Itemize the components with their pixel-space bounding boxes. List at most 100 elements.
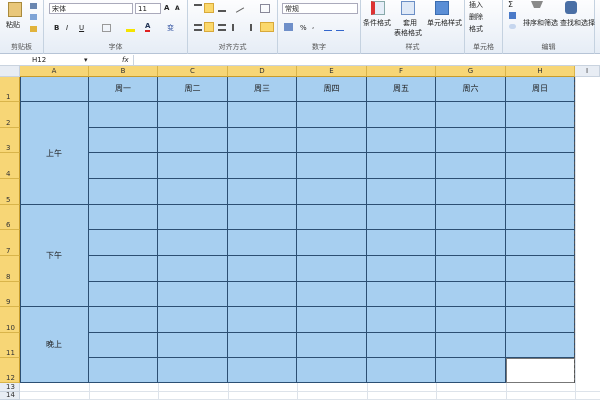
italic-button[interactable]: I bbox=[66, 24, 68, 32]
schedule-cell[interactable] bbox=[506, 205, 575, 230]
schedule-cell[interactable] bbox=[158, 179, 228, 205]
schedule-cell[interactable] bbox=[228, 358, 297, 383]
schedule-cell[interactable] bbox=[228, 333, 297, 358]
wrap-text-icon[interactable] bbox=[260, 4, 270, 13]
row-header-11[interactable]: 11 bbox=[0, 333, 20, 358]
schedule-cell[interactable] bbox=[228, 153, 297, 179]
name-box-dropdown-icon[interactable]: ▾ bbox=[84, 56, 88, 64]
column-header-F[interactable]: F bbox=[367, 66, 436, 77]
schedule-cell[interactable] bbox=[89, 205, 158, 230]
day-header-cell[interactable]: 周四 bbox=[297, 77, 367, 102]
schedule-cell[interactable] bbox=[228, 282, 297, 307]
row-header-2[interactable]: 2 bbox=[0, 102, 20, 128]
column-header-B[interactable]: B bbox=[89, 66, 158, 77]
schedule-cell[interactable] bbox=[506, 256, 575, 282]
row-header-6[interactable]: 6 bbox=[0, 205, 20, 230]
schedule-cell[interactable] bbox=[297, 307, 367, 333]
schedule-cell[interactable] bbox=[367, 128, 436, 153]
schedule-cell[interactable] bbox=[506, 153, 575, 179]
schedule-cell[interactable] bbox=[228, 205, 297, 230]
find-select-button[interactable]: 查找和选择 bbox=[560, 18, 595, 28]
schedule-cell[interactable] bbox=[89, 102, 158, 128]
align-bottom-icon[interactable] bbox=[218, 8, 226, 12]
schedule-cell[interactable] bbox=[297, 282, 367, 307]
insert-button[interactable]: 插入 bbox=[469, 0, 483, 10]
schedule-cell[interactable] bbox=[436, 128, 506, 153]
schedule-cell[interactable] bbox=[436, 307, 506, 333]
conditional-format-icon[interactable] bbox=[371, 1, 385, 15]
row-header-7[interactable]: 7 bbox=[0, 230, 20, 256]
fill-color-icon[interactable] bbox=[126, 23, 135, 32]
schedule-cell[interactable] bbox=[297, 102, 367, 128]
schedule-cell[interactable] bbox=[89, 333, 158, 358]
find-select-icon[interactable] bbox=[565, 1, 577, 14]
schedule-cell[interactable] bbox=[228, 256, 297, 282]
active-cell-h12[interactable] bbox=[506, 358, 575, 383]
schedule-cell[interactable] bbox=[367, 256, 436, 282]
row-header-1[interactable]: 1 bbox=[0, 77, 20, 102]
insert-function-button[interactable]: fx bbox=[122, 56, 129, 64]
schedule-cell[interactable] bbox=[297, 128, 367, 153]
name-box[interactable]: H12 bbox=[2, 55, 90, 66]
schedule-cell[interactable] bbox=[436, 102, 506, 128]
schedule-cell[interactable] bbox=[158, 307, 228, 333]
column-header-I[interactable]: I bbox=[575, 66, 600, 77]
schedule-cell[interactable] bbox=[367, 307, 436, 333]
schedule-cell[interactable] bbox=[436, 333, 506, 358]
grow-font-button[interactable]: A bbox=[164, 4, 169, 12]
schedule-cell[interactable] bbox=[506, 307, 575, 333]
schedule-cell[interactable] bbox=[89, 307, 158, 333]
increase-decimal-icon[interactable] bbox=[324, 24, 332, 31]
schedule-cell[interactable] bbox=[436, 205, 506, 230]
schedule-cell[interactable] bbox=[297, 230, 367, 256]
column-header-H[interactable]: H bbox=[506, 66, 575, 77]
column-header-C[interactable]: C bbox=[158, 66, 228, 77]
comma-button[interactable]: , bbox=[312, 22, 314, 30]
row-header-5[interactable]: 5 bbox=[0, 179, 20, 205]
schedule-cell[interactable] bbox=[367, 230, 436, 256]
column-header-G[interactable]: G bbox=[436, 66, 506, 77]
align-middle-icon[interactable] bbox=[204, 3, 214, 13]
row-header-12[interactable]: 12 bbox=[0, 358, 20, 383]
schedule-cell[interactable] bbox=[367, 282, 436, 307]
sort-filter-button[interactable]: 排序和筛选 bbox=[523, 18, 558, 28]
cell-styles-icon[interactable] bbox=[435, 1, 449, 15]
decrease-indent-icon[interactable] bbox=[232, 24, 240, 31]
phonetic-button[interactable]: 变 bbox=[167, 23, 174, 33]
increase-indent-icon[interactable] bbox=[244, 24, 252, 31]
underline-button[interactable]: U bbox=[79, 24, 84, 32]
schedule-cell[interactable] bbox=[367, 333, 436, 358]
schedule-cell[interactable] bbox=[506, 333, 575, 358]
schedule-cell[interactable] bbox=[506, 230, 575, 256]
schedule-cell[interactable] bbox=[228, 230, 297, 256]
shrink-font-button[interactable]: A bbox=[175, 5, 180, 12]
schedule-cell[interactable] bbox=[506, 128, 575, 153]
bold-button[interactable]: B bbox=[54, 24, 59, 32]
border-icon[interactable] bbox=[102, 24, 111, 32]
day-header-cell[interactable]: 周一 bbox=[89, 77, 158, 102]
delete-button[interactable]: 删除 bbox=[469, 12, 483, 22]
schedule-cell[interactable] bbox=[158, 205, 228, 230]
schedule-cell[interactable] bbox=[228, 179, 297, 205]
schedule-cell[interactable] bbox=[228, 128, 297, 153]
row-header-10[interactable]: 10 bbox=[0, 307, 20, 333]
align-left-icon[interactable] bbox=[194, 24, 202, 31]
schedule-cell[interactable] bbox=[158, 333, 228, 358]
schedule-cell[interactable] bbox=[436, 256, 506, 282]
font-color-button[interactable]: A bbox=[145, 22, 151, 32]
row-header-14[interactable]: 14 bbox=[0, 391, 20, 400]
schedule-cell[interactable] bbox=[89, 179, 158, 205]
schedule-cell[interactable] bbox=[367, 102, 436, 128]
schedule-cell[interactable] bbox=[367, 205, 436, 230]
select-all-corner[interactable] bbox=[0, 66, 20, 77]
orientation-icon[interactable] bbox=[232, 2, 245, 13]
font-name-select[interactable]: 宋体 bbox=[49, 3, 133, 14]
format-button[interactable]: 格式 bbox=[469, 24, 483, 34]
cell-a1[interactable] bbox=[20, 77, 89, 102]
column-header-D[interactable]: D bbox=[228, 66, 297, 77]
font-size-select[interactable]: 11 bbox=[135, 3, 161, 14]
day-header-cell[interactable]: 周二 bbox=[158, 77, 228, 102]
cell-styles-button[interactable]: 单元格样式 bbox=[427, 18, 462, 28]
period-cell[interactable]: 晚上 bbox=[20, 307, 89, 383]
align-right-icon[interactable] bbox=[218, 24, 226, 31]
